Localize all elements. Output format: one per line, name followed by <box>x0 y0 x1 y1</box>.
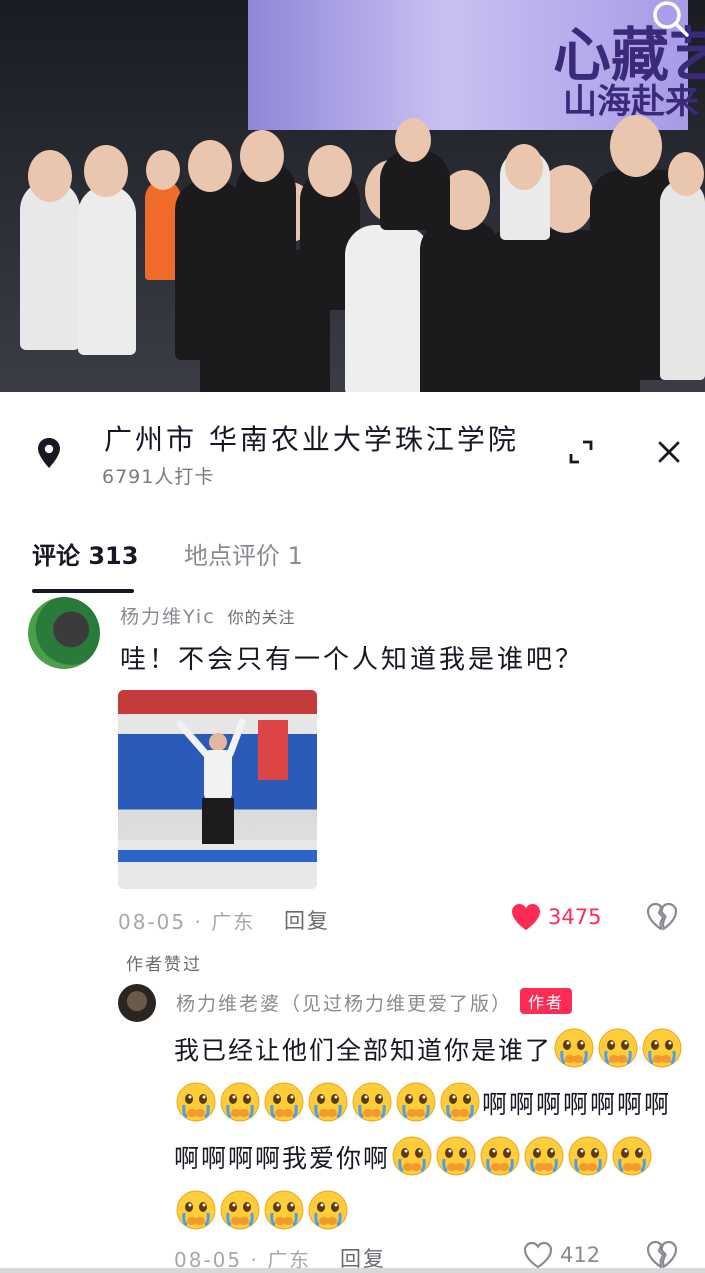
author-badge: 作者 <box>520 988 573 1014</box>
comment-image-content <box>118 690 317 889</box>
like-button[interactable]: 3475 <box>510 902 601 932</box>
crying-emoji-icon <box>263 1189 305 1231</box>
crying-emoji-icon <box>435 1135 477 1177</box>
checkin-count: 6791人打卡 <box>102 466 215 488</box>
crying-emoji-icon <box>611 1135 653 1177</box>
crying-emoji-icon <box>439 1081 481 1123</box>
author-liked-label: 作者赞过 <box>126 955 202 975</box>
bottom-edge <box>0 1268 705 1273</box>
tab-comments[interactable]: 评论 313 <box>32 536 138 571</box>
crying-emoji-icon <box>597 1027 639 1069</box>
crying-emoji-icon <box>307 1081 349 1123</box>
reply-text: 我已经让他们全部知道你是谁了啊啊啊啊啊啊啊啊啊啊啊我爱你啊 <box>174 1024 686 1240</box>
avatar[interactable] <box>28 597 100 669</box>
crying-emoji-icon <box>175 1081 217 1123</box>
search-icon <box>653 1 689 37</box>
like-count: 3475 <box>548 905 602 929</box>
comment-author-name[interactable]: 杨力维Yic <box>120 606 216 628</box>
active-tab-indicator <box>32 589 134 593</box>
crying-emoji-icon <box>553 1027 595 1069</box>
heart-outline-icon <box>523 1241 553 1269</box>
following-tag: 你的关注 <box>227 608 296 627</box>
reply-like-count: 412 <box>560 1243 601 1267</box>
comment-image[interactable] <box>118 690 317 889</box>
crying-emoji-icon <box>175 1189 217 1231</box>
crying-emoji-icon <box>479 1135 521 1177</box>
close-icon[interactable] <box>654 437 684 467</box>
reply-button[interactable]: 回复 <box>284 905 330 935</box>
video-frame[interactable]: 心藏艺未 山海赴来 <box>0 0 705 392</box>
crowd-image <box>0 110 705 392</box>
comment-text: 哇！不会只有一个人知道我是谁吧？ <box>120 645 585 675</box>
reply-like-button[interactable]: 412 <box>522 1240 600 1270</box>
crying-emoji-icon <box>219 1189 261 1231</box>
tab-place-reviews[interactable]: 地点评价 1 <box>184 536 303 571</box>
location-title[interactable]: 广州市 华南农业大学珠江学院 <box>104 418 519 458</box>
crying-emoji-icon <box>351 1081 393 1123</box>
reply-avatar[interactable] <box>118 984 156 1022</box>
crying-emoji-icon <box>219 1081 261 1123</box>
comment-meta: 08-05 · 广东 <box>118 910 256 934</box>
crying-emoji-icon <box>641 1027 683 1069</box>
crying-emoji-icon <box>263 1081 305 1123</box>
crying-emoji-icon <box>523 1135 565 1177</box>
crying-emoji-icon <box>307 1189 349 1231</box>
reply-author-name[interactable]: 杨力维老婆（见过杨力维更爱了版） <box>176 993 512 1015</box>
crying-emoji-icon <box>391 1135 433 1177</box>
crying-emoji-icon <box>395 1081 437 1123</box>
comment-author[interactable]: 杨力维Yic 你的关注 <box>120 602 296 629</box>
reply-text-part1: 我已经让他们全部知道你是谁了 <box>174 1036 553 1065</box>
crying-emoji-icon <box>567 1135 609 1177</box>
broken-heart-icon[interactable] <box>646 1240 678 1270</box>
expand-icon[interactable] <box>566 437 596 467</box>
reply-author[interactable]: 杨力维老婆（见过杨力维更爱了版） 作者 <box>176 988 573 1016</box>
location-pin-icon <box>38 438 60 468</box>
heart-filled-icon <box>512 904 540 930</box>
search-button[interactable] <box>647 0 693 40</box>
broken-heart-icon[interactable] <box>646 902 678 932</box>
